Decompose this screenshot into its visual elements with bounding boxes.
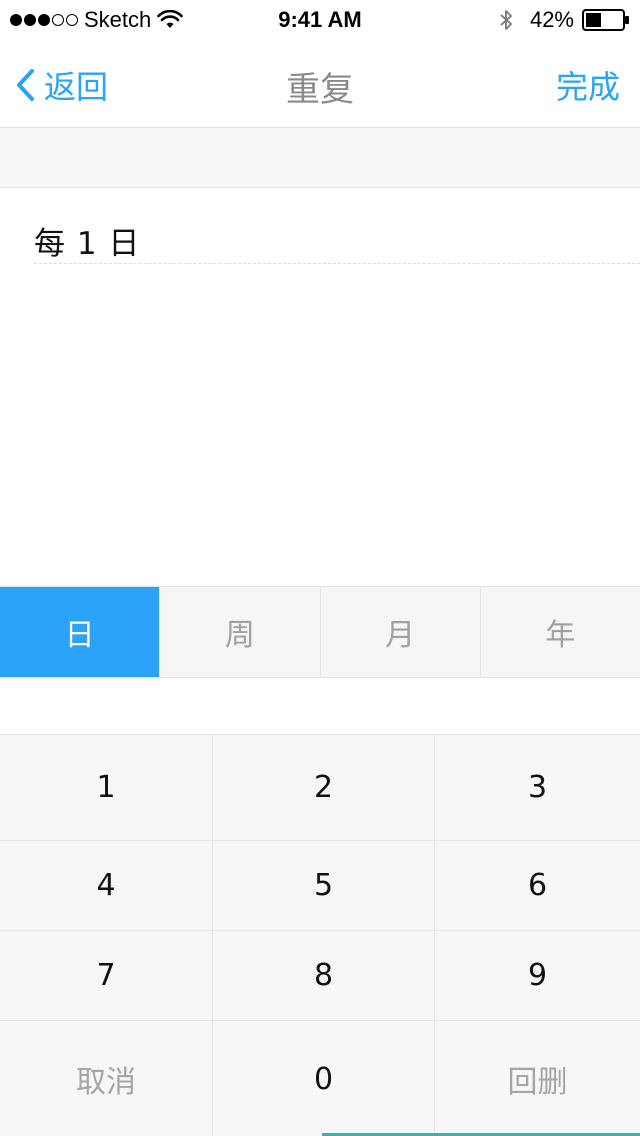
key-4[interactable]: 4 bbox=[0, 841, 212, 930]
numeric-keypad: 1 2 3 4 5 6 7 8 9 取消 0 回删 bbox=[0, 734, 640, 1136]
done-button[interactable]: 完成 bbox=[556, 62, 620, 108]
signal-strength-icon bbox=[10, 14, 78, 26]
battery-percent: 42% bbox=[529, 7, 574, 32]
signal-dot bbox=[24, 14, 36, 26]
navigation-bar: 返回 重复 完成 bbox=[0, 40, 640, 128]
frequency-tabs: 日 周 月 年 bbox=[0, 586, 640, 678]
signal-dot bbox=[52, 14, 64, 26]
keypad-row: 1 2 3 bbox=[0, 735, 640, 841]
wifi-icon bbox=[157, 10, 184, 28]
backspace-key[interactable]: 回删 bbox=[434, 1021, 640, 1136]
key-0[interactable]: 0 bbox=[212, 1021, 434, 1136]
signal-dot bbox=[38, 14, 50, 26]
repeat-summary-text: 每 1 日 bbox=[34, 226, 141, 262]
key-9[interactable]: 9 bbox=[434, 931, 640, 1020]
key-7[interactable]: 7 bbox=[0, 931, 212, 1020]
chevron-left-icon bbox=[17, 69, 34, 101]
section-spacer bbox=[0, 128, 640, 188]
keypad-row: 7 8 9 bbox=[0, 931, 640, 1021]
key-1[interactable]: 1 bbox=[0, 735, 212, 840]
signal-dot bbox=[10, 14, 22, 26]
keypad-row: 取消 0 回删 bbox=[0, 1021, 640, 1136]
signal-dot bbox=[66, 14, 78, 26]
key-3[interactable]: 3 bbox=[434, 735, 640, 840]
divider bbox=[34, 263, 640, 264]
battery-icon bbox=[582, 9, 629, 31]
tab-year[interactable]: 年 bbox=[479, 587, 640, 677]
status-right: 42% bbox=[498, 7, 630, 33]
bluetooth-icon bbox=[500, 10, 512, 30]
back-button-label: 返回 bbox=[44, 68, 109, 106]
status-left: Sketch bbox=[10, 7, 184, 33]
carrier-name: Sketch bbox=[84, 7, 152, 32]
repeat-summary-row: 每 1 日 bbox=[0, 188, 640, 276]
keypad-row: 4 5 6 bbox=[0, 841, 640, 931]
key-5[interactable]: 5 bbox=[212, 841, 434, 930]
screen: Sketch 9:41 AM 42% 返回 重复 完成 每 1 日 日 周 月 … bbox=[0, 0, 640, 1136]
tab-month[interactable]: 月 bbox=[319, 587, 480, 677]
tab-day[interactable]: 日 bbox=[0, 587, 160, 677]
key-2[interactable]: 2 bbox=[212, 735, 434, 840]
status-bar: Sketch 9:41 AM 42% bbox=[0, 0, 640, 40]
back-button[interactable]: 返回 bbox=[14, 62, 108, 108]
tab-week[interactable]: 周 bbox=[159, 587, 319, 677]
key-8[interactable]: 8 bbox=[212, 931, 434, 1020]
cancel-key[interactable]: 取消 bbox=[0, 1021, 212, 1136]
key-6[interactable]: 6 bbox=[434, 841, 640, 930]
